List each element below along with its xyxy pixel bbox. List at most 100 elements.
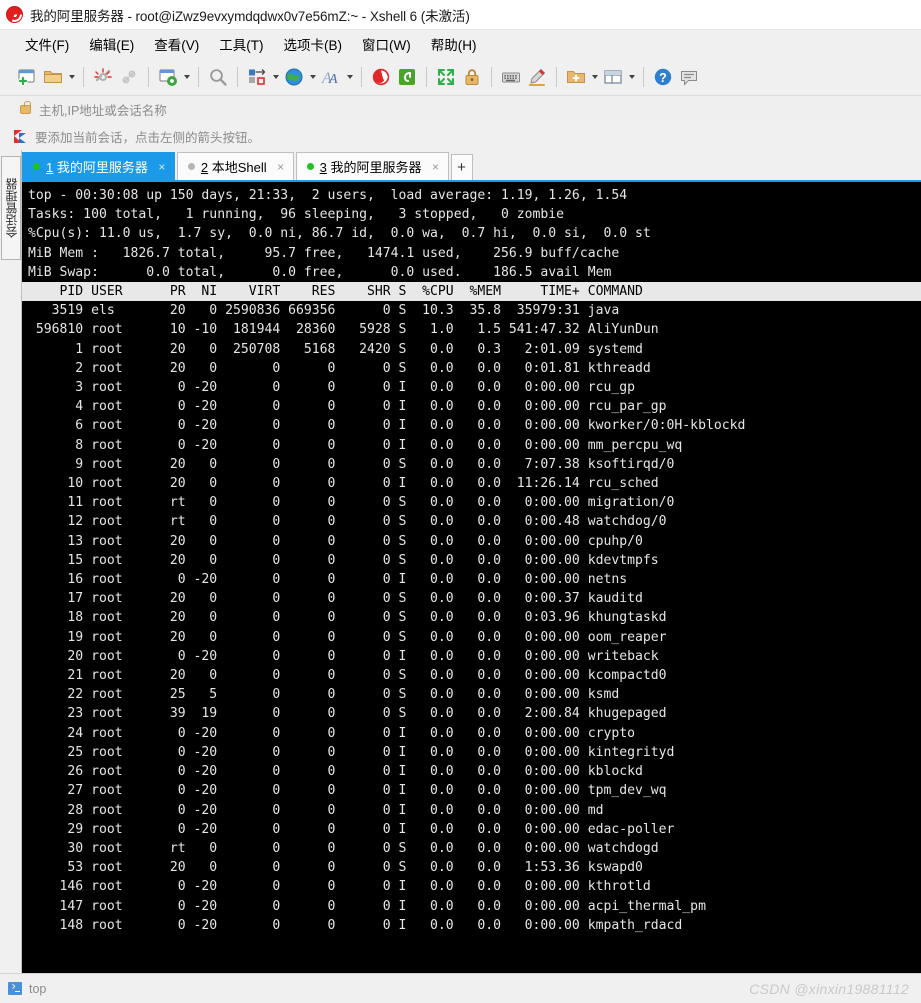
table-row: 148 root 0 -20 0 0 0 I 0.0 0.0 0:00.00 k… [28, 917, 683, 933]
add-folder-caret-icon[interactable] [589, 64, 600, 90]
tab-close-icon[interactable]: × [156, 160, 168, 174]
help-icon[interactable]: ? [650, 64, 676, 90]
watermark: CSDN @xinxin19881112 [749, 980, 909, 997]
menu-help[interactable]: 帮助(H) [422, 31, 486, 57]
table-row: 19 root 20 0 0 0 0 S 0.0 0.0 0:00.00 oom… [28, 629, 667, 645]
terminal-summary-line-3: %Cpu(s): 11.0 us, 1.7 sy, 0.0 ni, 86.7 i… [28, 226, 651, 242]
reconnect-icon[interactable] [116, 64, 142, 90]
process-table-header: PID USER PR NI VIRT RES SHR S %CPU %MEM … [22, 282, 921, 302]
terminal-screen[interactable]: top - 00:30:08 up 150 days, 21:33, 2 use… [22, 180, 921, 973]
open-folder-icon[interactable] [40, 64, 66, 90]
tab-label: 3 我的阿里服务器 [320, 157, 422, 176]
find-icon[interactable] [205, 64, 231, 90]
table-row: 24 root 0 -20 0 0 0 I 0.0 0.0 0:00.00 cr… [28, 725, 635, 741]
terminal-prompt-icon [8, 979, 22, 995]
transfer-caret-icon[interactable] [270, 64, 281, 90]
tab-3-my-ali-server[interactable]: 3 我的阿里服务器 × [295, 152, 449, 180]
table-row: 3519 els 20 0 2590836 669356 0 S 10.3 35… [28, 303, 620, 319]
new-session-icon[interactable] [14, 64, 40, 90]
table-row: 15 root 20 0 0 0 0 S 0.0 0.0 0:00.00 kde… [28, 552, 659, 568]
fullscreen-icon[interactable] [433, 64, 459, 90]
table-row: 596810 root 10 -10 181944 28360 5928 S 1… [28, 322, 659, 338]
toolbar: AA ? [0, 58, 921, 96]
tab-number: 2 [200, 160, 209, 175]
toolbar-separator [83, 66, 84, 87]
toolbar-separator [426, 66, 427, 87]
sidebar-item-session-manager[interactable]: 会话管理器 [1, 156, 21, 260]
hint-bar: 要添加当前会话，点击左侧的箭头按钮。 [0, 122, 921, 150]
table-row: 29 root 0 -20 0 0 0 I 0.0 0.0 0:00.00 ed… [28, 821, 675, 837]
table-row: 12 root rt 0 0 0 0 S 0.0 0.0 0:00.48 wat… [28, 514, 667, 530]
table-row: 22 root 25 5 0 0 0 S 0.0 0.0 0:00.00 ksm… [28, 687, 620, 703]
table-row: 17 root 20 0 0 0 0 S 0.0 0.0 0:00.37 kau… [28, 591, 643, 607]
font-icon[interactable]: AA [318, 64, 344, 90]
table-row: 6 root 0 -20 0 0 0 I 0.0 0.0 0:00.00 kwo… [28, 418, 746, 434]
tab-1-my-ali-server[interactable]: 1 我的阿里服务器 × [22, 152, 175, 180]
tab-title: 本地Shell [211, 160, 267, 175]
lock-icon[interactable] [459, 64, 485, 90]
table-row: 146 root 0 -20 0 0 0 I 0.0 0.0 0:00.00 k… [28, 879, 651, 895]
table-row: 10 root 20 0 0 0 0 I 0.0 0.0 11:26.14 rc… [28, 476, 659, 492]
split-layout-caret-icon[interactable] [626, 64, 637, 90]
disconnect-icon[interactable] [90, 64, 116, 90]
tab-number: 3 [319, 160, 327, 175]
menu-view[interactable]: 查看(V) [145, 31, 208, 57]
host-address-input[interactable]: 主机,IP地址或会话名称 [14, 98, 921, 120]
table-row: 27 root 0 -20 0 0 0 I 0.0 0.0 0:00.00 tp… [28, 783, 667, 799]
font-caret-icon[interactable] [344, 64, 355, 90]
xftp-green-icon[interactable] [394, 64, 420, 90]
globe-caret-icon[interactable] [307, 64, 318, 90]
globe-icon[interactable] [281, 64, 307, 90]
xshell-red-icon[interactable] [368, 64, 394, 90]
table-row: 20 root 0 -20 0 0 0 I 0.0 0.0 0:00.00 wr… [28, 648, 659, 664]
new-tab-button[interactable]: + [450, 154, 473, 180]
host-address-placeholder: 主机,IP地址或会话名称 [39, 103, 167, 118]
tab-2-local-shell[interactable]: 2 本地Shell × [176, 152, 294, 180]
table-row: 4 root 0 -20 0 0 0 I 0.0 0.0 0:00.00 rcu… [28, 399, 667, 415]
toolbar-separator [148, 66, 149, 87]
chat-icon[interactable] [676, 64, 702, 90]
session-manager-sidebar: 会话管理器 [0, 150, 22, 973]
table-row: 1 root 20 0 250708 5168 2420 S 0.0 0.3 2… [28, 341, 643, 357]
menu-file[interactable]: 文件(F) [16, 31, 78, 57]
menu-edit[interactable]: 编辑(E) [80, 31, 143, 57]
table-row: 16 root 0 -20 0 0 0 I 0.0 0.0 0:00.00 ne… [28, 572, 628, 588]
toolbar-separator [556, 66, 557, 87]
xshell-window: 我的阿里服务器 - root@iZwz9evxymdqdwx0v7e56mZ:~… [0, 0, 921, 1003]
status-text: top [29, 981, 47, 996]
split-layout-icon[interactable] [600, 64, 626, 90]
toolbar-separator [361, 66, 362, 87]
xshell-logo-icon [6, 5, 24, 24]
session-properties-caret-icon[interactable] [181, 64, 192, 90]
tab-close-icon[interactable]: × [275, 160, 287, 174]
transfer-icon[interactable] [244, 64, 270, 90]
highlight-pen-icon[interactable] [524, 64, 550, 90]
red-flag-icon [14, 129, 28, 143]
menu-tools[interactable]: 工具(T) [210, 31, 272, 57]
tab-close-icon[interactable]: × [430, 160, 442, 174]
menu-tabs[interactable]: 选项卡(B) [275, 31, 352, 57]
table-row: 21 root 20 0 0 0 0 S 0.0 0.0 0:00.00 kco… [28, 668, 667, 684]
terminal-summary-line-5: MiB Swap: 0.0 total, 0.0 free, 0.0 used.… [28, 264, 612, 280]
menu-window[interactable]: 窗口(W) [353, 31, 420, 57]
table-row: 147 root 0 -20 0 0 0 I 0.0 0.0 0:00.00 a… [28, 898, 706, 914]
session-properties-icon[interactable] [155, 64, 181, 90]
table-row: 9 root 20 0 0 0 0 S 0.0 0.0 7:07.38 ksof… [28, 456, 675, 472]
hint-text: 要添加当前会话，点击左侧的箭头按钮。 [35, 130, 261, 145]
main-pane: 1 我的阿里服务器 × 2 本地Shell × 3 我的阿里服务器 × + to… [22, 150, 921, 973]
table-row: 13 root 20 0 0 0 0 S 0.0 0.0 0:00.00 cpu… [28, 533, 643, 549]
address-bar: 主机,IP地址或会话名称 [0, 96, 921, 122]
tab-title: 我的阿里服务器 [330, 160, 422, 175]
open-folder-caret-icon[interactable] [66, 64, 77, 90]
lock-icon [20, 100, 31, 114]
status-bar: top CSDN @xinxin19881112 [0, 973, 921, 1003]
table-row: 8 root 0 -20 0 0 0 I 0.0 0.0 0:00.00 mm_… [28, 437, 683, 453]
table-row: 2 root 20 0 0 0 0 S 0.0 0.0 0:01.81 kthr… [28, 360, 651, 376]
toolbar-separator [198, 66, 199, 87]
terminal-summary-line-2: Tasks: 100 total, 1 running, 96 sleeping… [28, 207, 565, 223]
tab-label: 1 我的阿里服务器 [46, 157, 148, 176]
terminal-summary-line-4: MiB Mem : 1826.7 total, 95.7 free, 1474.… [28, 245, 620, 261]
toolbar-separator [237, 66, 238, 87]
add-folder-icon[interactable] [563, 64, 589, 90]
keyboard-icon[interactable] [498, 64, 524, 90]
